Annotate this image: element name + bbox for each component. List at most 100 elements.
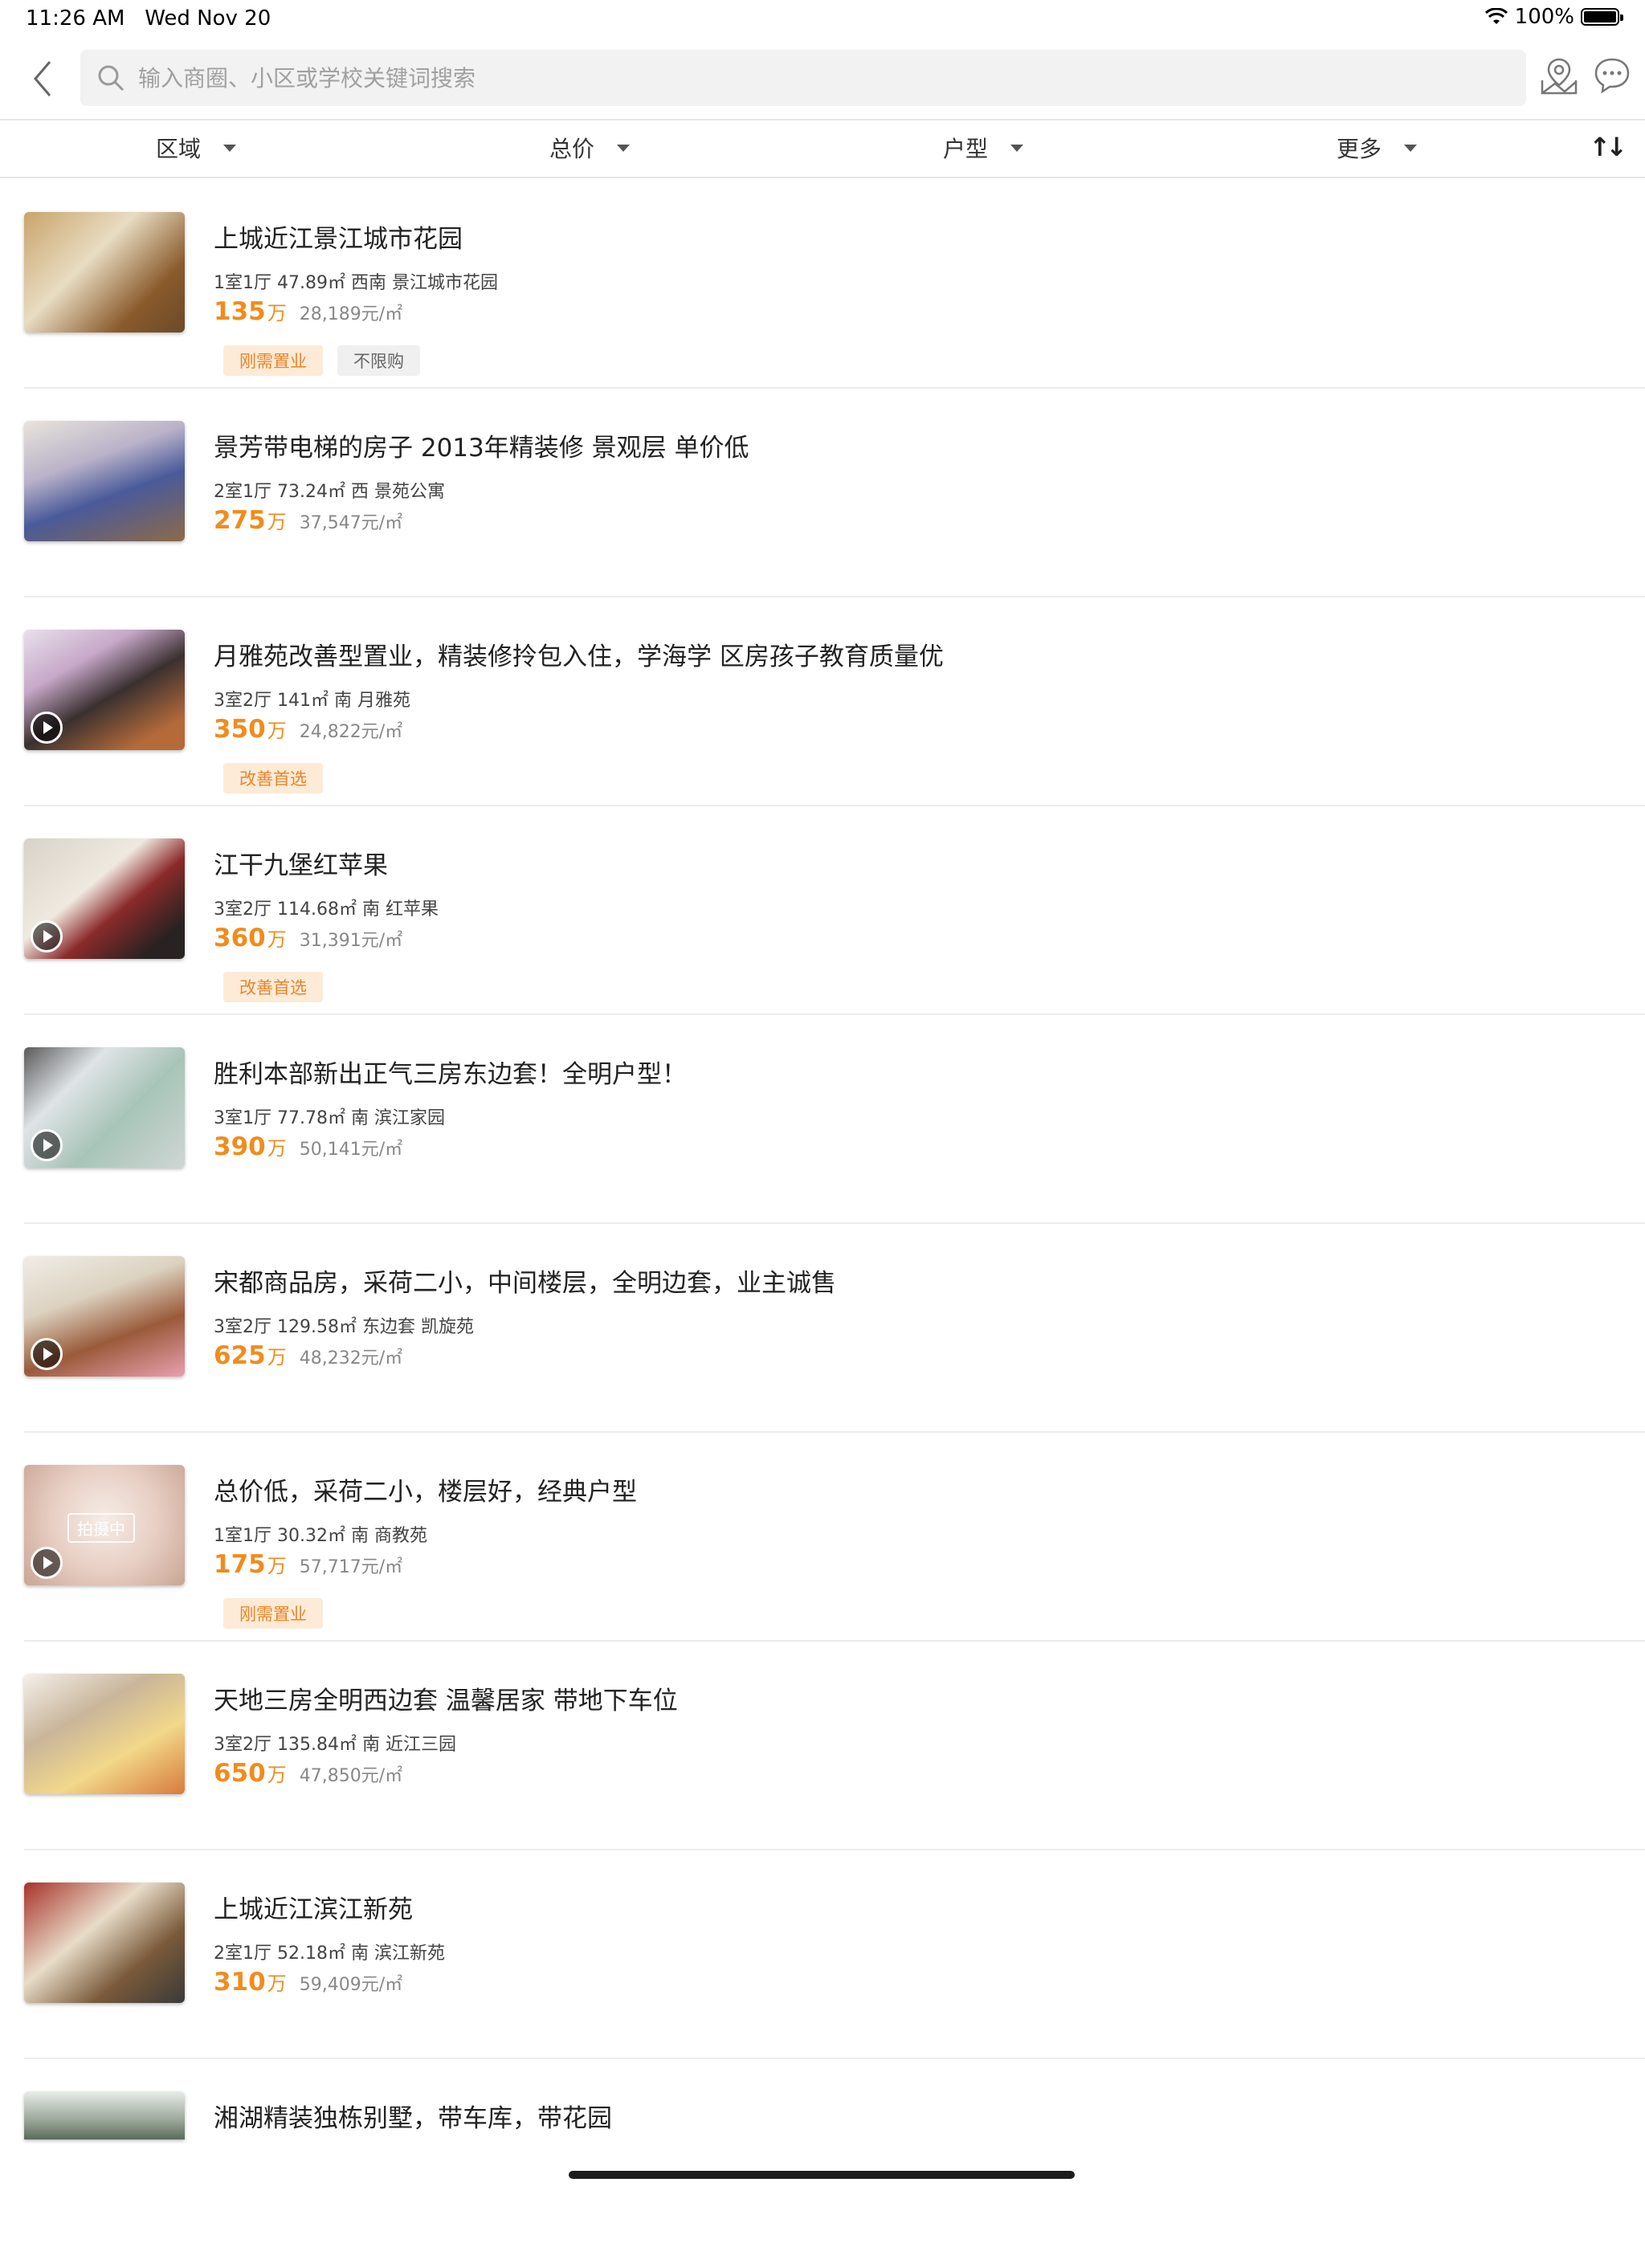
listing-price-unit: 万 xyxy=(267,1972,287,1995)
listing-price: 310 xyxy=(214,1968,266,1997)
listing-price-row: 135 万 28,189元/㎡ xyxy=(214,297,402,326)
listing-price: 625 xyxy=(214,1341,266,1370)
map-pin-icon xyxy=(1541,58,1578,95)
search-input[interactable] xyxy=(137,63,1505,92)
listing-unit-price: 37,547元/㎡ xyxy=(299,513,403,533)
chat-bubble-icon xyxy=(1594,58,1630,94)
listing-price-row: 390 万 50,141元/㎡ xyxy=(214,1132,402,1161)
sort-icon: ↑↓ xyxy=(1589,132,1627,162)
caret-down-icon xyxy=(1404,144,1418,152)
listing-price: 175 xyxy=(214,1550,266,1579)
listing-thumbnail xyxy=(24,1674,185,1794)
listing-price-row: 310 万 59,409元/㎡ xyxy=(214,1968,402,1997)
listing-thumbnail xyxy=(24,421,185,541)
play-icon xyxy=(31,1129,63,1161)
listing-title: 宋都商品房，采荷二小，中间楼层，全明边套，业主诚售 xyxy=(214,1269,836,1298)
filter-more[interactable]: 更多 xyxy=(1337,132,1418,164)
back-button[interactable] xyxy=(22,55,63,103)
listing-meta: 3室2厅 114.68㎡ 南 红苹果 xyxy=(214,899,439,920)
listing-title: 月雅苑改善型置业，精装修拎包入住，学海学 区房孩子教育质量优 xyxy=(214,642,944,671)
listing-unit-price: 48,232元/㎡ xyxy=(299,1348,403,1369)
status-date: Wed Nov 20 xyxy=(145,6,271,31)
listing-tags: 刚需置业 不限购 xyxy=(223,345,420,376)
listing-thumbnail xyxy=(24,1047,185,1168)
status-time: 11:26 AM Wed Nov 20 xyxy=(26,6,271,31)
status-clock: 11:26 AM xyxy=(26,6,125,31)
listing-unit-price: 59,409元/㎡ xyxy=(299,1975,403,1995)
listing-item[interactable]: 江干九堡红苹果 3室2厅 114.68㎡ 南 红苹果 360 万 31,391元… xyxy=(0,806,1645,1015)
listing-price-unit: 万 xyxy=(267,302,287,324)
caret-down-icon xyxy=(1010,144,1024,152)
listing-tag: 改善首选 xyxy=(223,763,323,793)
listing-item[interactable]: 天地三房全明西边套 温馨居家 带地下车位 3室2厅 135.84㎡ 南 近江三园… xyxy=(0,1642,1645,1850)
listing-title: 江干九堡红苹果 xyxy=(214,851,388,880)
listing-list: 上城近江景江城市花园 1室1厅 47.89㎡ 西南 景江城市花园 135 万 2… xyxy=(0,180,1645,2268)
listing-title: 湘湖精装独栋别墅，带车库，带花园 xyxy=(214,2104,612,2133)
listing-item[interactable]: 湘湖精装独栋别墅，带车库，带花园 xyxy=(0,2059,1645,2268)
listing-title: 总价低，采荷二小，楼层好，经典户型 xyxy=(214,1478,637,1507)
listing-price-row: 360 万 31,391元/㎡ xyxy=(214,924,402,952)
filter-more-label: 更多 xyxy=(1337,136,1382,162)
listing-price-row: 350 万 24,822元/㎡ xyxy=(214,715,402,744)
listing-item[interactable]: 景芳带电梯的房子 2013年精装修 景观层 单价低 2室1厅 73.24㎡ 西 … xyxy=(0,389,1645,598)
listing-title: 上城近江景江城市花园 xyxy=(214,225,463,254)
filter-total-price[interactable]: 总价 xyxy=(549,132,631,164)
listing-item[interactable]: 上城近江景江城市花园 1室1厅 47.89㎡ 西南 景江城市花园 135 万 2… xyxy=(0,180,1645,389)
listing-item[interactable]: 拍摄中 总价低，采荷二小，楼层好，经典户型 1室1厅 30.32㎡ 南 商教苑 … xyxy=(0,1433,1645,1642)
listing-thumbnail xyxy=(24,2091,185,2140)
play-icon xyxy=(31,920,63,952)
battery-percent: 100% xyxy=(1514,5,1574,29)
listing-meta: 2室1厅 73.24㎡ 西 景苑公寓 xyxy=(214,482,445,502)
listing-thumbnail xyxy=(24,630,185,750)
play-icon xyxy=(31,1338,63,1370)
listing-tags: 改善首选 xyxy=(223,763,323,793)
filter-area-label: 区域 xyxy=(156,136,202,162)
listing-thumbnail: 拍摄中 xyxy=(24,1465,185,1585)
listing-item[interactable]: 上城近江滨江新苑 2室1厅 52.18㎡ 南 滨江新苑 310 万 59,409… xyxy=(0,1850,1645,2059)
listing-price-unit: 万 xyxy=(267,1555,287,1577)
listing-thumbnail xyxy=(24,1883,185,2003)
home-indicator[interactable] xyxy=(569,2171,1075,2179)
listing-price-unit: 万 xyxy=(267,511,287,533)
listing-unit-price: 57,717元/㎡ xyxy=(299,1557,403,1577)
listing-unit-price: 31,391元/㎡ xyxy=(299,931,403,951)
filter-layout-label: 户型 xyxy=(943,136,989,162)
listing-price: 650 xyxy=(214,1759,266,1788)
filter-bar: 区域 总价 户型 更多 ↑↓ xyxy=(0,119,1645,178)
listing-tags: 改善首选 xyxy=(223,972,323,1002)
wifi-icon xyxy=(1484,8,1508,24)
listing-price-row: 175 万 57,717元/㎡ xyxy=(214,1550,402,1579)
listing-title: 胜利本部新出正气三房东边套！全明户型！ xyxy=(214,1060,687,1089)
listing-title: 上城近江滨江新苑 xyxy=(214,1895,413,1924)
listing-price-row: 650 万 47,850元/㎡ xyxy=(214,1759,402,1788)
listing-tags: 刚需置业 xyxy=(223,1598,323,1629)
listing-price: 390 xyxy=(214,1132,266,1161)
listing-meta: 3室2厅 135.84㎡ 南 近江三园 xyxy=(214,1735,456,1755)
listing-tag: 刚需置业 xyxy=(223,345,323,376)
listing-thumbnail xyxy=(24,212,185,332)
listing-meta: 3室2厅 141㎡ 南 月雅苑 xyxy=(214,691,410,711)
listing-item[interactable]: 月雅苑改善型置业，精装修拎包入住，学海学 区房孩子教育质量优 3室2厅 141㎡… xyxy=(0,598,1645,806)
search-bar[interactable] xyxy=(80,50,1526,106)
listing-price: 350 xyxy=(214,715,266,744)
listing-item[interactable]: 胜利本部新出正气三房东边套！全明户型！ 3室1厅 77.78㎡ 南 滨江家园 3… xyxy=(0,1015,1645,1224)
listing-price-unit: 万 xyxy=(267,1346,287,1369)
status-bar: 11:26 AM Wed Nov 20 100% xyxy=(0,0,1645,39)
listing-price-unit: 万 xyxy=(267,1764,287,1786)
listing-unit-price: 50,141元/㎡ xyxy=(299,1140,403,1160)
listing-price-unit: 万 xyxy=(267,720,287,742)
listing-unit-price: 24,822元/㎡ xyxy=(299,722,403,742)
filter-area[interactable]: 区域 xyxy=(156,132,237,164)
caret-down-icon xyxy=(617,144,631,152)
map-button[interactable] xyxy=(1539,56,1579,96)
listing-unit-price: 47,850元/㎡ xyxy=(299,1766,403,1786)
listing-item[interactable]: 宋都商品房，采荷二小，中间楼层，全明边套，业主诚售 3室2厅 129.58㎡ 东… xyxy=(0,1224,1645,1433)
caret-down-icon xyxy=(223,144,237,152)
sort-button[interactable]: ↑↓ xyxy=(1589,132,1627,162)
filter-layout[interactable]: 户型 xyxy=(943,132,1024,164)
search-icon xyxy=(95,62,127,94)
message-button[interactable] xyxy=(1592,55,1632,95)
listing-tag: 刚需置业 xyxy=(223,1598,323,1629)
listing-price-unit: 万 xyxy=(267,928,287,951)
listing-tag: 不限购 xyxy=(337,345,420,376)
